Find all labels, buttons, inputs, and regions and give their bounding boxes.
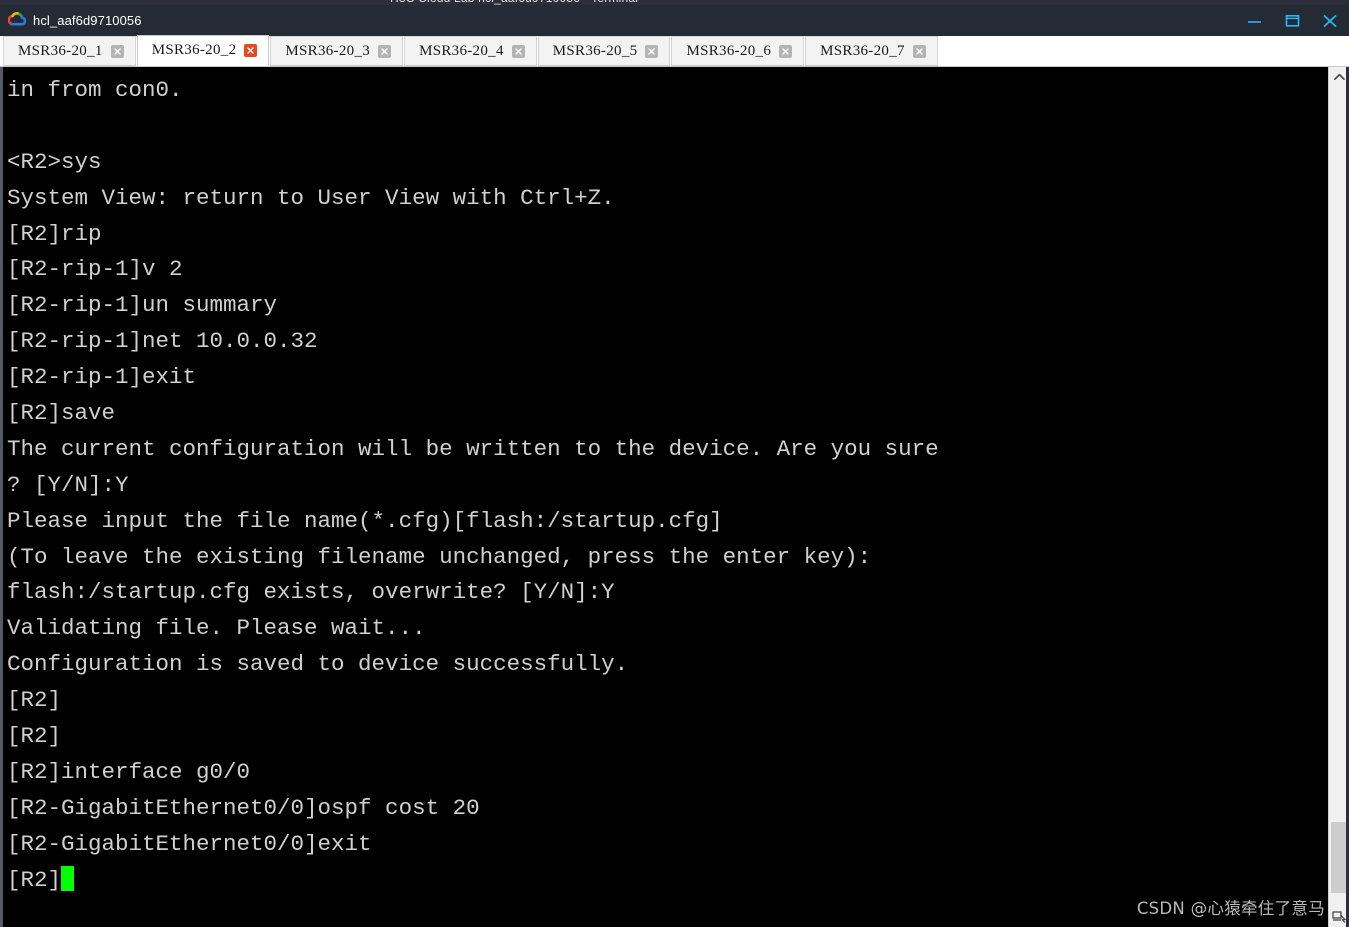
terminal-line: Configuration is saved to device success… [7, 651, 629, 678]
terminal-tab[interactable]: MSR36-20_7 [805, 36, 938, 66]
window-controls [1235, 5, 1349, 36]
terminal-line: The current configuration will be writte… [7, 435, 939, 462]
terminal-line: (To leave the existing filename unchange… [7, 543, 872, 570]
terminal-line: [R2]interface g0/0 [7, 758, 251, 785]
terminal-line: <R2>sys [7, 148, 102, 175]
scrollbar-thumb[interactable] [1331, 822, 1347, 893]
terminal-line: System View: return to User View with Ct… [7, 184, 615, 211]
terminal-line: [R2]rip [7, 220, 102, 247]
title-bar: hcl_aaf6d9710056 [0, 5, 1349, 36]
csdn-watermark: CSDN @心猿牵住了意马 [1136, 899, 1325, 918]
minimize-button[interactable] [1235, 5, 1273, 36]
cloud-logo-icon [7, 11, 28, 31]
terminal-panel: in from con0. <R2>sys System View: return … [0, 67, 1349, 927]
close-button[interactable] [1311, 5, 1349, 36]
terminal-tab[interactable]: MSR36-20_2 [136, 35, 270, 66]
tab-close-icon[interactable] [779, 44, 793, 58]
terminal-tab[interactable]: MSR36-20_5 [537, 36, 671, 66]
terminal-line: [R2-GigabitEthernet0/0]exit [7, 830, 372, 857]
tab-close-icon[interactable] [110, 44, 124, 58]
tab-close-icon[interactable] [511, 44, 525, 58]
chevron-up-icon [1333, 73, 1345, 81]
terminal-tab-label: MSR36-20_4 [419, 42, 504, 59]
terminal-tab-label: MSR36-20_6 [686, 42, 772, 59]
terminal-line: Validating file. Please wait... [7, 615, 426, 642]
terminal-tab[interactable]: MSR36-20_3 [270, 36, 404, 66]
terminal-tab-bar: MSR36-20_1 MSR36-20_2 MSR36-20_3 MSR36-20_4… [0, 35, 1349, 67]
terminal-line: in from con0. [7, 77, 183, 103]
window-title: hcl_aaf6d9710056 [33, 13, 142, 28]
terminal-line: [R2-rip-1]net 10.0.0.32 [7, 328, 318, 355]
terminal-tab-label: MSR36-20_1 [18, 42, 103, 59]
terminal-line: [R2-rip-1]un summary [7, 292, 278, 319]
tab-close-icon[interactable] [378, 44, 392, 58]
tab-close-icon[interactable] [912, 44, 926, 58]
terminal-line: [R2-rip-1]exit [7, 364, 197, 391]
terminal-line: [R2-GigabitEthernet0/0]ospf cost 20 [7, 794, 480, 821]
maximize-button[interactable] [1273, 5, 1311, 36]
terminal-prompt-text: [R2] [7, 866, 62, 893]
terminal-line: ? [Y/N]:Y [7, 471, 129, 498]
terminal-line: [R2]save [7, 400, 116, 427]
title-bar-left: hcl_aaf6d9710056 [7, 5, 142, 36]
terminal-tab-label: MSR36-20_2 [151, 42, 237, 58]
terminal-line: [R2] [7, 687, 62, 714]
terminal-line: [R2-rip-1]v 2 [7, 256, 183, 283]
application-window: H3C Cloud Lab hcl_aaf6d9710056 - Termina… [0, 0, 1349, 927]
tab-close-icon[interactable] [244, 44, 258, 57]
terminal-tab[interactable]: MSR36-20_4 [404, 36, 537, 66]
tab-close-icon[interactable] [645, 44, 659, 58]
resize-grip-icon [1331, 910, 1347, 925]
terminal-cursor [61, 865, 75, 891]
terminal-prompt-line: [R2] [7, 863, 1328, 899]
terminal-line: Please input the file name(*.cfg)[flash:… [7, 507, 723, 534]
terminal-tab-label: MSR36-20_3 [285, 42, 371, 59]
terminal-tab[interactable]: MSR36-20_6 [671, 36, 805, 66]
terminal-line: [R2] [7, 723, 62, 750]
terminal-tab[interactable]: MSR36-20_1 [3, 36, 136, 66]
terminal-tab-label: MSR36-20_7 [820, 42, 905, 59]
terminal-screen[interactable]: in from con0. <R2>sys System View: return … [3, 67, 1328, 927]
terminal-tab-label: MSR36-20_5 [552, 42, 638, 59]
terminal-line: flash:/startup.cfg exists, overwrite? [Y… [7, 579, 615, 606]
